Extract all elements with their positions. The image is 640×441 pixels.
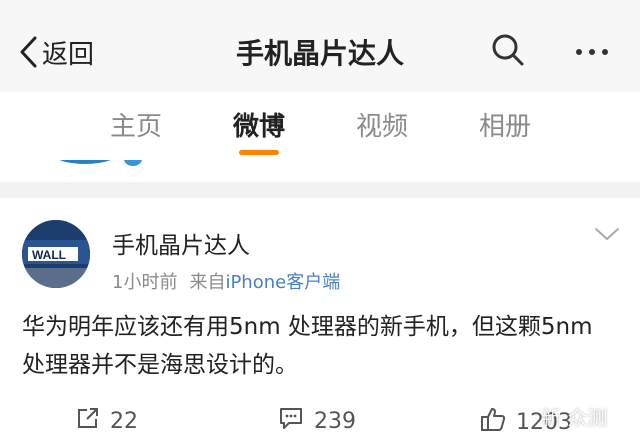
tab-album[interactable]: 相册 xyxy=(479,106,531,143)
tab-weibo[interactable]: 微博 xyxy=(233,106,285,143)
search-icon xyxy=(491,33,525,71)
back-label: 返回 xyxy=(42,39,95,70)
post-text: 华为明年应该还有用5nm 处理器的新手机，但这颗5nm 处理器并不是海思设计的。 xyxy=(22,314,593,378)
profile-tabs: 主页 微博 视频 相册 xyxy=(0,92,640,160)
repost-icon xyxy=(76,406,100,436)
back-arrow-icon xyxy=(18,35,38,69)
tab-video[interactable]: 视频 xyxy=(356,106,408,143)
like-icon xyxy=(480,406,506,438)
comment-button[interactable]: 239 xyxy=(278,406,356,436)
chevron-down-icon[interactable] xyxy=(594,226,620,246)
tab-home[interactable]: 主页 xyxy=(110,106,162,143)
repost-button[interactable]: 22 xyxy=(76,406,138,436)
previous-post-fragment xyxy=(0,160,640,182)
watermark: 新 众测 xyxy=(541,406,608,430)
section-divider xyxy=(0,182,640,198)
comment-icon xyxy=(278,406,304,436)
post-source-prefix: 来自 xyxy=(189,272,226,293)
page-title: 手机晶片达人 xyxy=(235,37,404,70)
post-author[interactable]: 手机晶片达人 xyxy=(112,226,250,260)
post-source[interactable]: iPhone客户端 xyxy=(225,272,340,293)
search-button[interactable] xyxy=(486,30,530,74)
navigation-bar: 返回 手机晶片达人 xyxy=(0,0,640,92)
avatar[interactable]: WALL xyxy=(22,220,90,288)
avatar-text: WALL xyxy=(32,248,66,262)
back-button[interactable]: 返回 xyxy=(18,32,94,72)
post-meta: 1小时前 来自iPhone客户端 xyxy=(112,268,340,294)
post-time: 1小时前 xyxy=(112,272,178,293)
comment-count: 239 xyxy=(314,408,356,434)
more-button[interactable] xyxy=(562,30,622,74)
more-icon xyxy=(576,49,582,55)
repost-count: 22 xyxy=(110,408,138,434)
active-tab-indicator xyxy=(239,150,279,155)
